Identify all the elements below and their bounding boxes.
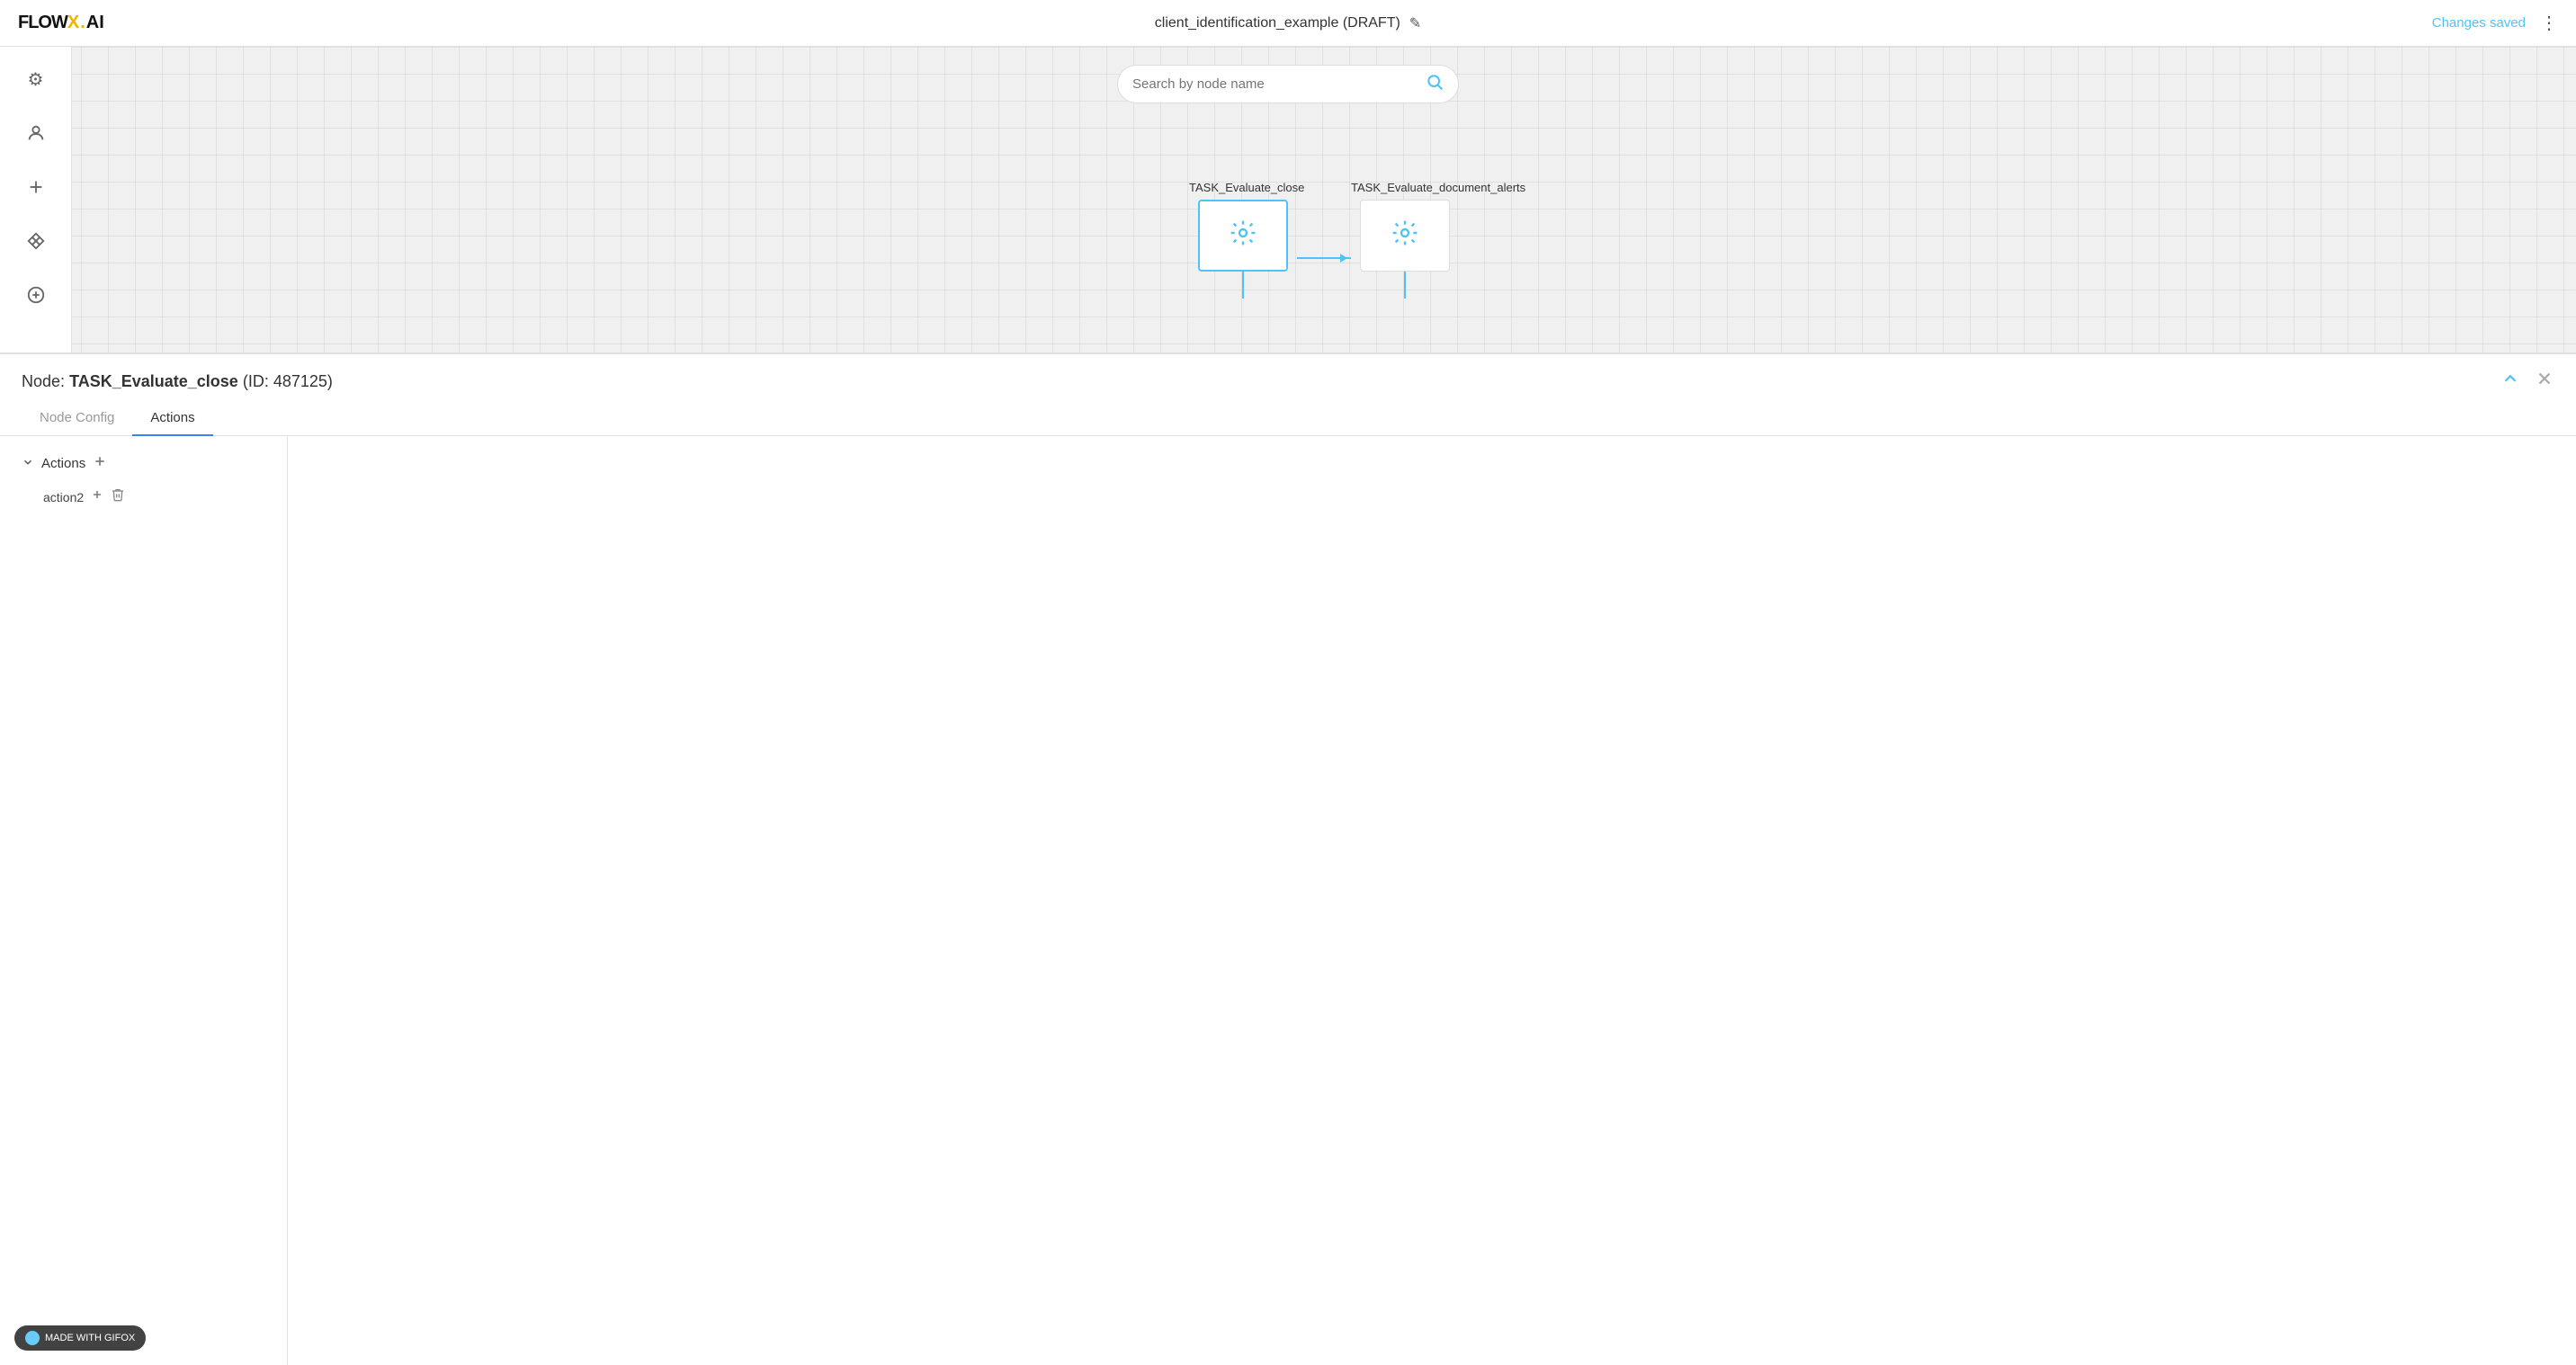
node-1-box[interactable] [1198, 200, 1288, 272]
logo-text: FLOW [18, 13, 67, 33]
action-delete-button[interactable] [111, 487, 125, 506]
node-1-label: TASK_Evaluate_close [1189, 181, 1297, 194]
search-icon[interactable] [1426, 73, 1444, 95]
flow-area: TASK_Evaluate_close TASK_Evaluate_docume… [0, 118, 2576, 352]
gifox-dot [25, 1331, 40, 1345]
node-2-connector [1404, 272, 1406, 299]
logo-dot: . [80, 13, 85, 33]
sidebar-person-icon[interactable] [18, 115, 54, 151]
actions-sidebar: Actions action2 [0, 436, 288, 1365]
canvas-area: ⚙ [0, 47, 2576, 352]
sidebar-settings-icon[interactable]: ⚙ [18, 61, 54, 97]
node-2-label: TASK_Evaluate_document_alerts [1351, 181, 1459, 194]
search-container [0, 47, 2576, 118]
node-1-gear-icon [1229, 219, 1257, 254]
more-menu-icon[interactable]: ⋮ [2540, 12, 2558, 34]
panel-content: Actions action2 [0, 436, 2576, 1365]
logo: FLOWX.AI [18, 13, 104, 33]
node-2-container: TASK_Evaluate_document_alerts [1351, 181, 1459, 299]
logo-x: X [67, 13, 79, 33]
header: FLOWX.AI client_identification_example (… [0, 0, 2576, 47]
sidebar-diamond-icon[interactable] [18, 223, 54, 259]
sidebar-add-icon[interactable] [18, 169, 54, 205]
flow-nodes: TASK_Evaluate_close TASK_Evaluate_docume… [1189, 181, 1459, 299]
panel-actions [2500, 369, 2554, 394]
header-right: Changes saved ⋮ [2432, 12, 2558, 34]
add-action-button[interactable] [93, 454, 107, 473]
arrow-connector [1297, 257, 1351, 259]
node-1-container: TASK_Evaluate_close [1189, 181, 1297, 299]
arrow-line [1297, 257, 1351, 259]
title-text: client_identification_example (DRAFT) [1155, 15, 1400, 31]
close-button[interactable] [2535, 369, 2554, 394]
gifox-label: MADE WITH GIFOX [45, 1333, 135, 1343]
changes-saved: Changes saved [2432, 15, 2526, 31]
search-bar [1117, 65, 1459, 103]
action-item-name: action2 [43, 490, 84, 504]
chevron-icon[interactable] [22, 456, 34, 471]
node-1-connector [1242, 272, 1244, 299]
actions-label: Actions [41, 456, 85, 471]
tab-actions[interactable]: Actions [132, 401, 212, 436]
node-2-box[interactable] [1360, 200, 1450, 272]
search-input[interactable] [1132, 76, 1418, 92]
node-title: Node: TASK_Evaluate_close (ID: 487125) [22, 372, 333, 391]
sidebar-add-circle-icon[interactable] [18, 277, 54, 313]
header-title: client_identification_example (DRAFT) ✎ [1155, 14, 1421, 32]
panel-header: Node: TASK_Evaluate_close (ID: 487125) [0, 354, 2576, 394]
collapse-button[interactable] [2500, 369, 2520, 394]
tabs: Node Config Actions [0, 401, 2576, 436]
logo-ai: AI [86, 13, 104, 33]
node-id: (ID: 487125) [243, 372, 333, 390]
action-add-sub-button[interactable] [91, 488, 103, 505]
node-2-gear-icon [1391, 219, 1419, 254]
tab-node-config[interactable]: Node Config [22, 401, 132, 436]
edit-icon[interactable]: ✎ [1409, 14, 1421, 32]
node-name: TASK_Evaluate_close [69, 372, 238, 390]
actions-header: Actions [22, 454, 265, 473]
gifox-badge: MADE WITH GIFOX [14, 1325, 146, 1351]
action-item: action2 [22, 484, 265, 510]
node-prefix: Node: [22, 372, 65, 390]
left-sidebar: ⚙ [0, 47, 72, 352]
bottom-panel: Node: TASK_Evaluate_close (ID: 487125) N… [0, 352, 2576, 1365]
